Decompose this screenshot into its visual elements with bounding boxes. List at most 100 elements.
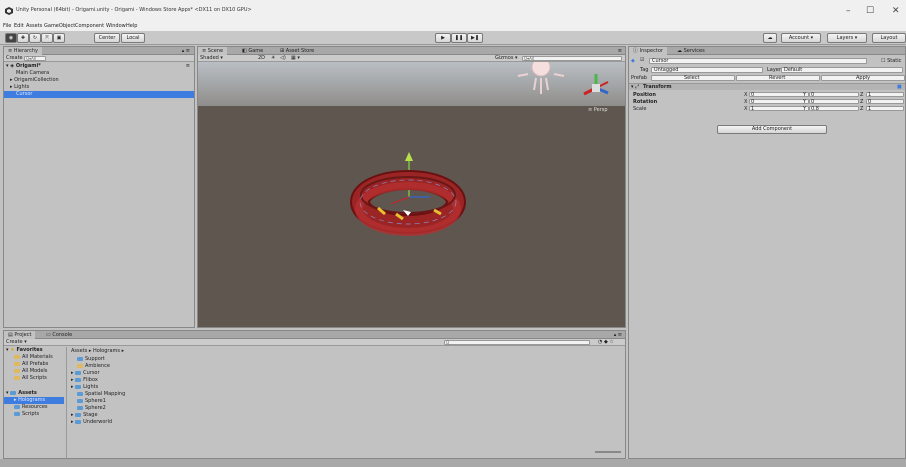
project-item-sphere2[interactable]: Sphere2 [77,405,106,411]
layer-dropdown[interactable]: Default [781,67,903,73]
position-y-input[interactable]: 0 [809,92,859,98]
rotate-tool-button[interactable]: ↻ [29,33,41,43]
project-item-stage[interactable]: ▸ Stage [71,412,98,418]
effects-toggle-icon[interactable]: ▦ ▾ [291,55,300,61]
lighting-toggle-icon[interactable]: ☀ [271,55,275,61]
gizmos-dropdown[interactable]: Gizmos ▾ [495,55,518,61]
favorite-all-models[interactable]: All Models [14,368,47,374]
favorite-all-materials[interactable]: All Materials [14,354,53,360]
project-item-sphere1[interactable]: Sphere1 [77,398,106,404]
favorite-all-prefabs[interactable]: All Prefabs [14,361,48,367]
project-item-lights[interactable]: ▸ Lights [71,384,98,390]
project-filter-icons[interactable]: ◔ ◆ ☆ [598,339,614,345]
menu-gameobject[interactable]: GameObject [44,23,75,29]
position-z-input[interactable]: 1 [866,92,904,98]
tab-asset-store[interactable]: ⊞ Asset Store [276,47,318,55]
favorites-header[interactable]: ▾ ★ Favorites [6,347,43,353]
cloud-button[interactable]: ☁ [763,33,777,43]
project-item-cursor[interactable]: ▸ Cursor [71,370,100,376]
menu-file[interactable]: File [3,23,11,29]
audio-toggle-icon[interactable]: ◁) [280,55,286,61]
project-search-input[interactable]: Q [444,340,590,345]
step-button[interactable]: ▶❚ [467,33,483,43]
tab-hierarchy[interactable]: ≡ Hierarchy [4,47,42,55]
tab-services[interactable]: ☁ Services [673,47,709,55]
tab-console[interactable]: ▭ Console [42,331,76,339]
transform-foldout-icon[interactable]: ▾ ⤢ [631,84,639,90]
scene-root-item[interactable]: ▾ ◈ Origami* [6,63,41,69]
rotation-z-input[interactable]: 0 [866,99,904,105]
project-create-button[interactable]: Create ▾ [6,339,27,345]
assets-header[interactable]: ▾ Assets [6,390,37,396]
active-checkbox[interactable]: ☑ [640,57,644,63]
layout-dropdown[interactable]: Layout [872,33,906,43]
panel-menu-icon[interactable]: ▴ ≡ [182,48,190,54]
layers-dropdown[interactable]: Layers ▾ [827,33,867,43]
pivot-local-button[interactable]: Local [121,33,145,43]
tree-item-holograms[interactable]: ▸ Holograms [4,397,64,404]
tab-inspector[interactable]: ⓘ Inspector [629,47,667,55]
scene-options-icon[interactable]: ≡ [186,63,190,69]
minimize-button[interactable]: – [846,6,851,16]
tab-scene[interactable]: ≡ Scene [198,47,228,55]
rect-tool-button[interactable]: ▣ [53,33,65,43]
project-item-ambience[interactable]: Ambience [77,363,110,369]
scale-x-input[interactable]: 1 [749,106,809,112]
move-tool-button[interactable]: ✚ [17,33,29,43]
tab-project[interactable]: ▤ Project [4,331,36,339]
hierarchy-item-main-camera[interactable]: Main Camera [16,70,49,76]
close-button[interactable]: ✕ [892,6,900,16]
tab-game[interactable]: ◧ Game [238,47,267,55]
scale-tool-button[interactable]: ⤧ [41,33,53,43]
cursor-ring-model[interactable] [350,170,466,236]
prefab-revert-button[interactable]: Revert [736,75,820,81]
project-item-flibox[interactable]: ▸ Flibox [71,377,98,383]
menu-assets[interactable]: Assets [26,23,42,29]
component-help-icon[interactable]: ■ [897,84,902,90]
tag-dropdown[interactable]: Untagged [651,67,763,73]
hierarchy-search-input[interactable]: Q▾All [24,56,46,61]
pivot-center-button[interactable]: Center [94,33,120,43]
rotation-x-input[interactable]: 0 [749,99,809,105]
scene-viewport[interactable]: ≡ Persp [198,62,625,327]
pause-button[interactable]: ❚❚ [451,33,467,43]
transform-header[interactable]: ▾ ⤢ Transform ■ [629,83,905,90]
scene-panel-menu-icon[interactable]: ≡ [618,48,622,54]
project-breadcrumb[interactable]: Assets ▸ Holograms ▸ [71,348,124,354]
project-content: Assets ▸ Holograms ▸ Support Ambience ▸ … [66,347,624,458]
hand-tool-button[interactable]: ◉ [5,33,17,43]
position-x-input[interactable]: 0 [749,92,809,98]
project-panel-menu-icon[interactable]: ▴ ≡ [614,332,622,338]
favorite-all-scripts[interactable]: All Scripts [14,375,47,381]
play-button[interactable]: ▶ [435,33,451,43]
add-component-button[interactable]: Add Component [717,125,827,134]
prefab-apply-button[interactable]: Apply [821,75,905,81]
prefab-icon [75,377,82,382]
maximize-button[interactable]: ☐ [866,6,874,16]
menu-window[interactable]: Window [106,23,126,29]
project-item-spatial-mapping[interactable]: Spatial Mapping [77,391,125,397]
account-dropdown[interactable]: Account ▾ [781,33,821,43]
hierarchy-item-lights[interactable]: ▸ Lights [10,84,29,90]
scale-z-input[interactable]: 1 [866,106,904,112]
project-item-support[interactable]: Support [77,356,105,362]
menu-edit[interactable]: Edit [14,23,24,29]
rotation-y-input[interactable]: 0 [809,99,859,105]
scale-y-input[interactable]: 0.8 [809,106,859,112]
menu-component[interactable]: Component [75,23,104,29]
orientation-gizmo-icon[interactable] [583,74,609,96]
object-name-input[interactable]: Cursor [649,58,867,64]
prefab-select-button[interactable]: Select [651,75,735,81]
tree-item-resources[interactable]: Resources [14,404,48,410]
hierarchy-item-origamicollection[interactable]: ▸ OrigamiCollection [10,77,59,83]
shading-dropdown[interactable]: Shaded ▾ [200,55,223,61]
icon-size-slider[interactable] [595,451,621,453]
search-folder-icon [14,375,20,380]
project-item-underworld[interactable]: ▸ Underworld [71,419,112,425]
hierarchy-item-cursor[interactable]: Cursor [4,91,194,98]
scene-search-input[interactable]: Q▾All [522,56,622,61]
menu-help[interactable]: Help [126,23,137,29]
2d-toggle[interactable]: 2D [258,55,265,61]
static-checkbox[interactable]: ☐ Static [881,58,901,64]
tree-item-scripts[interactable]: Scripts [14,411,39,417]
